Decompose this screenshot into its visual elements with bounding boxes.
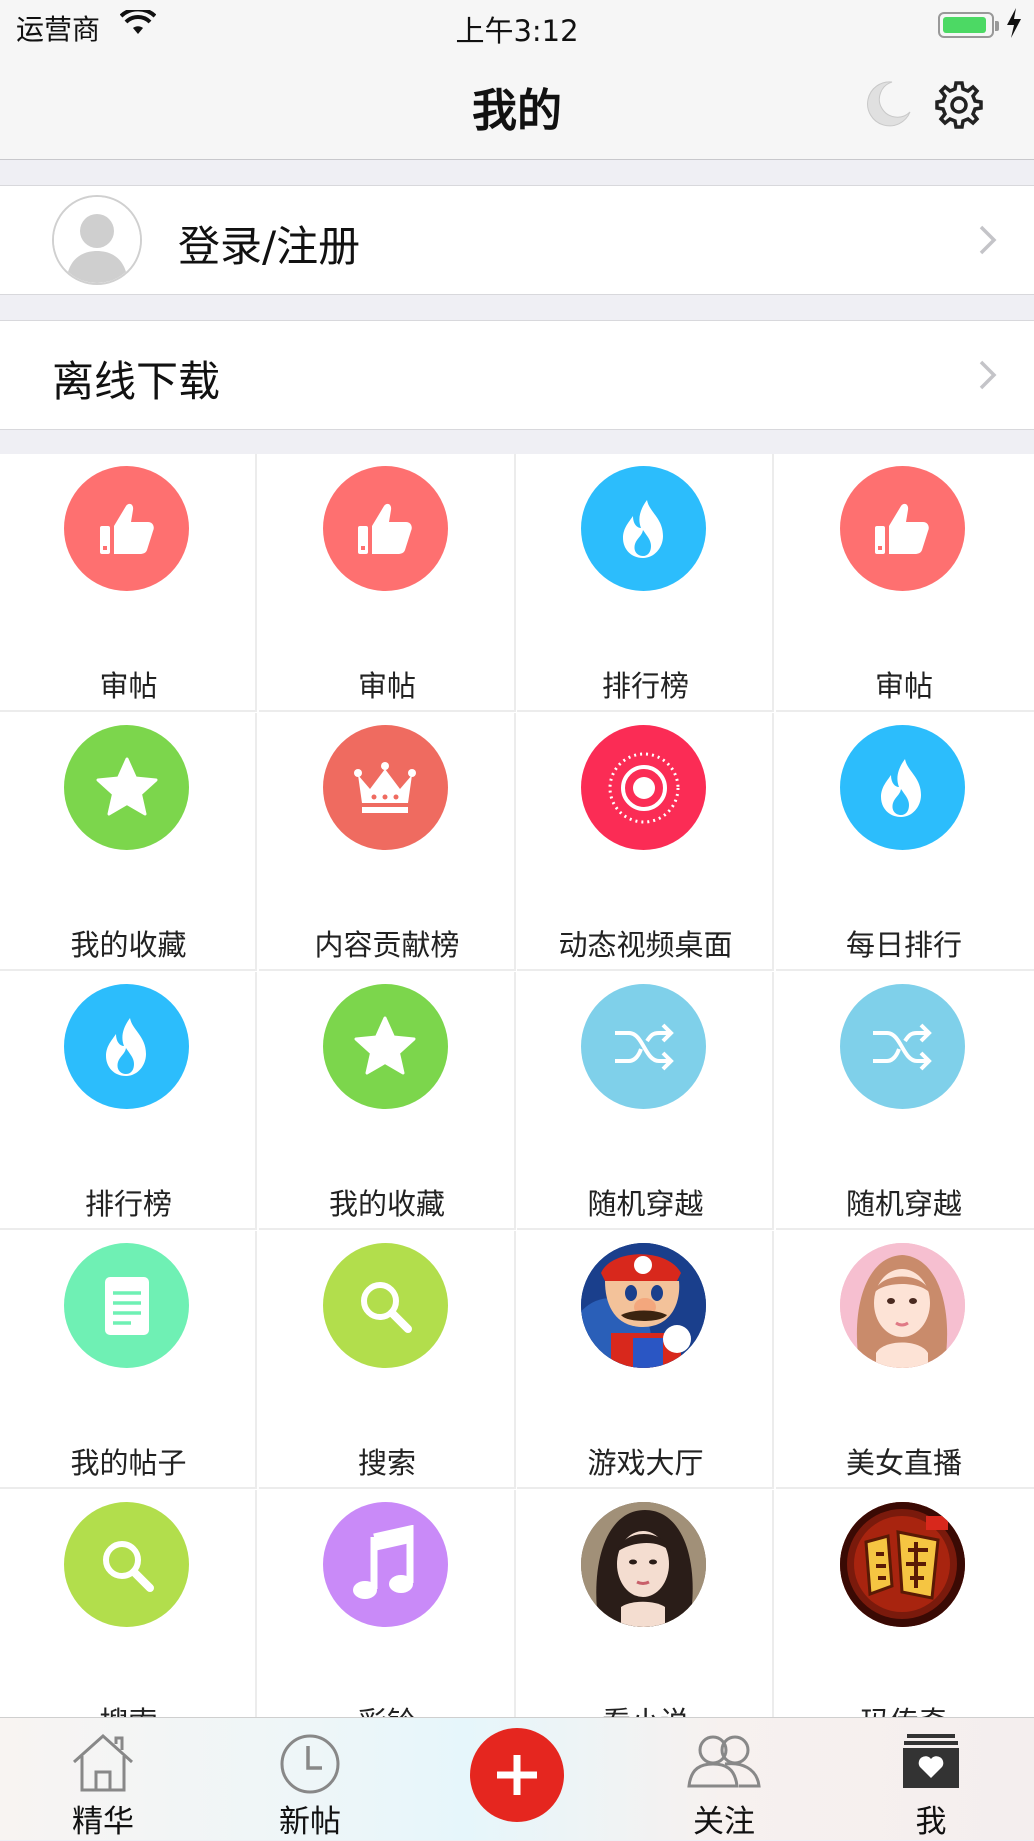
new-post-button[interactable] bbox=[470, 1728, 564, 1822]
grid-item[interactable]: 彩铃 bbox=[259, 1490, 516, 1717]
offline-download-cell[interactable]: 离线下载 bbox=[0, 320, 1034, 430]
tab-following[interactable]: 关注 bbox=[654, 1718, 794, 1840]
charging-bolt-icon bbox=[1006, 8, 1022, 38]
grid-item[interactable]: 游戏大厅 bbox=[517, 1231, 774, 1489]
grid-item-label: 排行榜 bbox=[0, 1181, 257, 1223]
shuffle-icon bbox=[840, 984, 965, 1109]
grid-item-label: 我的收藏 bbox=[259, 1181, 516, 1223]
grid-item[interactable]: 搜索 bbox=[0, 1490, 257, 1717]
grid-item[interactable]: 我的收藏 bbox=[259, 972, 516, 1230]
grid-item[interactable]: 搜索 bbox=[259, 1231, 516, 1489]
status-bar: 运营商 上午3:12 bbox=[0, 0, 1034, 52]
grid-item-label: 我的收藏 bbox=[0, 922, 257, 964]
default-avatar-icon bbox=[54, 197, 140, 283]
battery-icon bbox=[938, 12, 994, 38]
gear-icon[interactable] bbox=[934, 80, 984, 130]
login-register-label: 登录/注册 bbox=[178, 213, 360, 274]
search-icon bbox=[323, 1243, 448, 1368]
people-icon bbox=[685, 1732, 763, 1788]
tab-label: 新帖 bbox=[240, 1796, 380, 1841]
grid-item-label: 玛传奇 bbox=[776, 1699, 1033, 1717]
flame-icon bbox=[581, 466, 706, 591]
feature-grid: 审帖审帖排行榜审帖我的收藏内容贡献榜动态视频桌面每日排行排行榜我的收藏随机穿越随… bbox=[0, 454, 1034, 1717]
grid-item[interactable]: 玛传奇 bbox=[776, 1490, 1034, 1717]
tab-featured[interactable]: 精华 bbox=[33, 1718, 173, 1840]
tab-me[interactable]: 我 bbox=[861, 1718, 1001, 1840]
plus-icon bbox=[493, 1751, 541, 1799]
moon-icon[interactable] bbox=[862, 78, 914, 130]
grid-item[interactable]: 审帖 bbox=[0, 454, 257, 712]
grid-item[interactable]: 排行榜 bbox=[517, 454, 774, 712]
girl-avatar-icon bbox=[840, 1243, 965, 1368]
grid-item-label: 排行榜 bbox=[517, 663, 774, 705]
grid-item[interactable]: 内容贡献榜 bbox=[259, 713, 516, 971]
grid-item[interactable]: 随机穿越 bbox=[776, 972, 1034, 1230]
grid-item-label: 搜索 bbox=[0, 1699, 257, 1717]
tab-new-posts[interactable]: 新帖 bbox=[240, 1718, 380, 1840]
status-time: 上午3:12 bbox=[0, 8, 1034, 50]
chevron-right-icon bbox=[978, 359, 998, 391]
grid-item-label: 看小说 bbox=[517, 1699, 774, 1717]
legend-logo-icon bbox=[840, 1502, 965, 1627]
clock-icon bbox=[278, 1732, 342, 1796]
flame-icon bbox=[840, 725, 965, 850]
thumbs-up-icon bbox=[840, 466, 965, 591]
star-icon bbox=[323, 984, 448, 1109]
grid-item-label: 随机穿越 bbox=[517, 1181, 774, 1223]
grid-item[interactable]: 我的收藏 bbox=[0, 713, 257, 971]
chevron-right-icon bbox=[978, 224, 998, 256]
record-icon bbox=[581, 725, 706, 850]
grid-item-label: 随机穿越 bbox=[776, 1181, 1033, 1223]
avatar bbox=[52, 195, 142, 285]
grid-item[interactable]: 看小说 bbox=[517, 1490, 774, 1717]
grid-item-label: 审帖 bbox=[776, 663, 1033, 705]
search-icon bbox=[64, 1502, 189, 1627]
grid-item[interactable]: 我的帖子 bbox=[0, 1231, 257, 1489]
thumbs-up-icon bbox=[323, 466, 448, 591]
grid-item-label: 审帖 bbox=[0, 663, 257, 705]
grid-item[interactable]: 审帖 bbox=[259, 454, 516, 712]
grid-item[interactable]: 每日排行 bbox=[776, 713, 1034, 971]
home-icon bbox=[68, 1732, 138, 1792]
shuffle-icon bbox=[581, 984, 706, 1109]
tab-label: 精华 bbox=[33, 1796, 173, 1841]
grid-item-label: 搜索 bbox=[259, 1440, 516, 1482]
thumbs-up-icon bbox=[64, 466, 189, 591]
tab-bar: 精华 新帖 关注 bbox=[0, 1717, 1034, 1840]
grid-item[interactable]: 随机穿越 bbox=[517, 972, 774, 1230]
offline-download-label: 离线下载 bbox=[52, 348, 220, 409]
grid-item-label: 每日排行 bbox=[776, 922, 1033, 964]
grid-item[interactable]: 审帖 bbox=[776, 454, 1034, 712]
grid-item[interactable]: 动态视频桌面 bbox=[517, 713, 774, 971]
crown-icon bbox=[323, 725, 448, 850]
game-avatar-icon bbox=[581, 1243, 706, 1368]
grid-item-label: 我的帖子 bbox=[0, 1440, 257, 1482]
navigation-bar: 我的 bbox=[0, 52, 1034, 160]
grid-item[interactable]: 美女直播 bbox=[776, 1231, 1034, 1489]
star-icon bbox=[64, 725, 189, 850]
login-register-cell[interactable]: 登录/注册 bbox=[0, 185, 1034, 295]
heart-box-icon bbox=[901, 1732, 961, 1790]
grid-item-label: 游戏大厅 bbox=[517, 1440, 774, 1482]
tab-label: 我 bbox=[861, 1796, 1001, 1841]
novel-avatar-icon bbox=[581, 1502, 706, 1627]
grid-item-label: 内容贡献榜 bbox=[259, 922, 516, 964]
tab-label: 关注 bbox=[654, 1796, 794, 1841]
document-icon bbox=[64, 1243, 189, 1368]
music-note-icon bbox=[323, 1502, 448, 1627]
grid-item-label: 彩铃 bbox=[259, 1699, 516, 1717]
flame-icon bbox=[64, 984, 189, 1109]
grid-item-label: 审帖 bbox=[259, 663, 516, 705]
grid-item[interactable]: 排行榜 bbox=[0, 972, 257, 1230]
grid-item-label: 动态视频桌面 bbox=[517, 922, 774, 964]
grid-item-label: 美女直播 bbox=[776, 1440, 1033, 1482]
